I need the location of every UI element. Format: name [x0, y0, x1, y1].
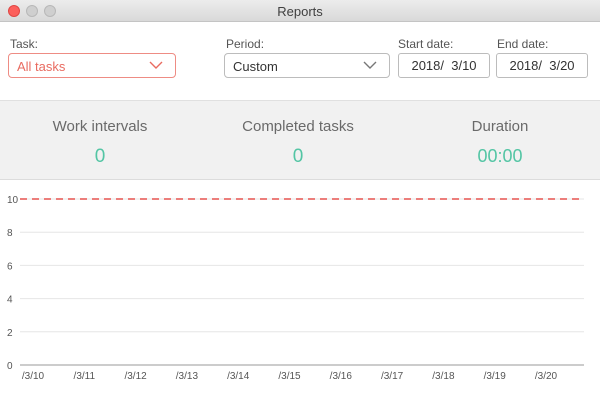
task-select-value: All tasks — [17, 59, 66, 74]
completed-tasks-label: Completed tasks — [242, 118, 354, 135]
x-tick-label: /3/16 — [330, 371, 353, 382]
chevron-down-icon — [363, 61, 377, 69]
work-intervals-label: Work intervals — [52, 118, 148, 135]
y-tick-label: 6 — [7, 261, 13, 272]
duration-label: Duration — [471, 118, 529, 135]
y-tick-label: 10 — [7, 195, 19, 206]
task-label: Task: — [10, 37, 39, 51]
task-select[interactable]: All tasks — [8, 53, 176, 78]
x-tick-label: /3/18 — [432, 371, 455, 382]
x-tick-label: /3/12 — [124, 371, 147, 382]
duration-stat: Duration 00:00 — [400, 101, 600, 167]
chevron-down-icon — [149, 61, 163, 69]
end-date-label: End date: — [497, 37, 549, 51]
period-label: Period: — [226, 37, 265, 51]
start-date-field[interactable]: 2018/ 3/10 — [398, 53, 490, 78]
y-tick-label: 4 — [7, 295, 13, 306]
x-tick-label: /3/17 — [381, 371, 404, 382]
x-tick-label: /3/10 — [22, 371, 45, 382]
x-tick-label: /3/19 — [484, 371, 507, 382]
x-tick-label: /3/11 — [74, 371, 96, 382]
stats-panel: Work intervals 0 Completed tasks 0 Durat… — [0, 100, 600, 180]
x-tick-label: /3/13 — [176, 371, 199, 382]
x-tick-label: /3/15 — [278, 371, 301, 382]
y-tick-label: 8 — [7, 228, 13, 239]
window-titlebar: Reports — [0, 0, 600, 22]
x-tick-label: /3/20 — [535, 371, 558, 382]
completed-tasks-value: 0 — [292, 146, 304, 167]
start-date-label: Start date: — [398, 37, 454, 51]
duration-value: 00:00 — [477, 146, 523, 166]
period-select-value: Custom — [233, 59, 278, 74]
report-chart: 0 2 4 6 8 10/3/10/3/11/3/12/3/13/3/14/3/15/3/… — [7, 195, 584, 382]
period-select[interactable]: Custom — [224, 53, 390, 78]
window-title: Reports — [277, 4, 323, 19]
x-tick-label: /3/14 — [227, 371, 250, 382]
y-tick-label: 0 — [7, 361, 13, 372]
completed-tasks-stat: Completed tasks 0 — [198, 101, 398, 168]
work-intervals-stat: Work intervals 0 — [0, 101, 200, 168]
end-date-field[interactable]: 2018/ 3/20 — [496, 53, 588, 78]
y-tick-label: 2 — [7, 328, 13, 339]
work-intervals-value: 0 — [94, 146, 106, 167]
